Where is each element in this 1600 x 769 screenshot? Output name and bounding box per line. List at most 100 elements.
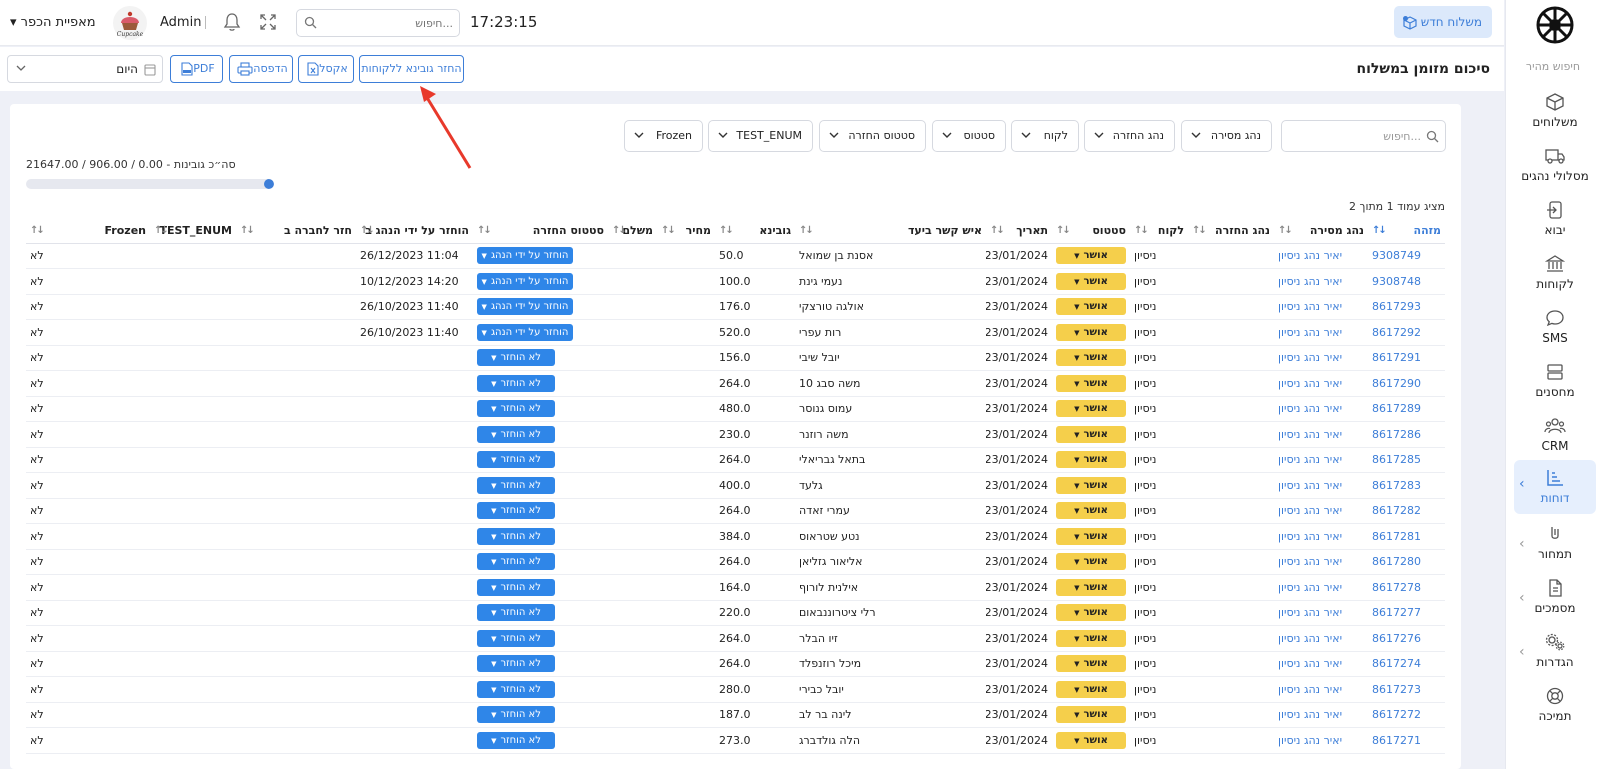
filter-return-status[interactable]: סטטוס החזרה [819, 120, 926, 152]
cell-driver[interactable]: יאיר נהג ניסיון [1274, 625, 1368, 652]
sidebar-item-pricing[interactable]: ‹ תמחור [1514, 520, 1596, 574]
cell-status[interactable]: אושר▼ [1052, 472, 1130, 499]
status-badge[interactable]: אושר▼ [1056, 629, 1126, 647]
cell-driver[interactable]: יאיר נהג ניסיון [1274, 600, 1368, 626]
cell-driver[interactable]: יאיר נהג ניסיון [1274, 447, 1368, 473]
table-row[interactable]: 8617291 יאיר נהג ניסיון ניסיון אושר▼ 23/01/2… [26, 345, 1445, 371]
cell-status[interactable]: אושר▼ [1052, 396, 1130, 422]
return-status-badge[interactable]: לא הוחזר▼ [477, 451, 555, 469]
return-status-badge[interactable]: לא הוחזר▼ [477, 629, 555, 647]
global-search-input[interactable] [325, 10, 453, 36]
cell-id[interactable]: 8617293 [1368, 294, 1445, 320]
cell-driver[interactable]: יאיר נהג ניסיון [1274, 370, 1368, 397]
cell-driver[interactable]: יאיר נהג ניסיון [1274, 243, 1368, 269]
return-status-badge[interactable]: לא הוחזר▼ [477, 349, 555, 367]
header-col-price[interactable]: מחיר ↓↑ [657, 219, 715, 244]
status-badge[interactable]: אושר▼ [1056, 527, 1126, 545]
table-row[interactable]: 9308749 יאיר נהג ניסיון ניסיון אושר▼ 23/01/2… [26, 243, 1445, 269]
table-row[interactable]: 8617273 יאיר נהג ניסיון ניסיון אושר▼ 23/01/2… [26, 676, 1445, 703]
cell-driver[interactable]: יאיר נהג ניסיון [1274, 523, 1368, 550]
sidebar-item-import[interactable]: יבוא [1514, 196, 1596, 250]
cell-status[interactable]: אושר▼ [1052, 370, 1130, 397]
sidebar-item-driver-routes[interactable]: מסלולי נהגים [1514, 142, 1596, 196]
cell-id[interactable]: 8617282 [1368, 498, 1445, 524]
return-status-badge[interactable]: לא הוחזר▼ [477, 680, 555, 698]
cell-status[interactable]: אושר▼ [1052, 243, 1130, 269]
sidebar-item-sms[interactable]: SMS [1514, 304, 1596, 358]
filter-status[interactable]: סטטוס [932, 120, 1006, 152]
header-col-test-enum[interactable]: TEST_ENUM ↓↑ [150, 219, 236, 244]
cell-id[interactable]: 8617286 [1368, 421, 1445, 448]
cell-id[interactable]: 8617292 [1368, 319, 1445, 346]
cell-return-status[interactable]: לא הוחזר▼ [473, 702, 608, 728]
excel-button[interactable]: אקסל [298, 55, 354, 83]
return-status-badge[interactable]: לא הוחזר▼ [477, 706, 555, 724]
sidebar-item-documents[interactable]: ‹ מסמכים [1514, 574, 1596, 628]
status-badge[interactable]: אושר▼ [1056, 731, 1126, 749]
status-badge[interactable]: אושר▼ [1056, 349, 1126, 367]
header-col-id[interactable]: מזהה ↓↑ [1368, 219, 1445, 244]
cell-driver[interactable]: יאיר נהג ניסיון [1274, 472, 1368, 499]
return-status-badge[interactable]: לא הוחזר▼ [477, 731, 555, 749]
cell-return-status[interactable]: לא הוחזר▼ [473, 472, 608, 499]
cell-id[interactable]: 8617285 [1368, 447, 1445, 473]
return-status-badge[interactable]: הוחזר על ידי הנהג▼ [477, 272, 573, 290]
sort-icon[interactable]: ↓↑ [240, 225, 255, 236]
cell-return-status[interactable]: הוחזר על ידי הנהג▼ [473, 268, 608, 295]
table-row[interactable]: 8617290 יאיר נהג ניסיון ניסיון אושר▼ 23/01/2… [26, 370, 1445, 397]
cell-status[interactable]: אושר▼ [1052, 651, 1130, 677]
return-status-badge[interactable]: לא הוחזר▼ [477, 655, 555, 673]
filter-frozen[interactable]: Frozen [624, 120, 703, 152]
cell-driver[interactable]: יאיר נהג ניסיון [1274, 676, 1368, 703]
cell-return-status[interactable]: לא הוחזר▼ [473, 600, 608, 626]
table-row[interactable]: 8617286 יאיר נהג ניסיון ניסיון אושר▼ 23/01/2… [26, 421, 1445, 448]
cell-driver[interactable]: יאיר נהג ניסיון [1274, 498, 1368, 524]
table-row[interactable]: 8617293 יאיר נהג ניסיון ניסיון אושר▼ 23/01/2… [26, 294, 1445, 320]
cell-status[interactable]: אושר▼ [1052, 421, 1130, 448]
cell-status[interactable]: אושר▼ [1052, 676, 1130, 703]
sort-icon[interactable]: ↓↑ [477, 225, 492, 236]
return-status-badge[interactable]: לא הוחזר▼ [477, 502, 555, 520]
status-badge[interactable]: אושר▼ [1056, 706, 1126, 724]
pdf-button[interactable]: PDF [170, 55, 223, 83]
cell-id[interactable]: 8617281 [1368, 523, 1445, 550]
sidebar-item-reports[interactable]: ‹ דוחות [1514, 460, 1596, 514]
return-status-badge[interactable]: לא הוחזר▼ [477, 425, 555, 443]
cell-return-status[interactable]: הוחזר על ידי הנהג▼ [473, 294, 608, 320]
date-range-select[interactable]: היום [7, 55, 163, 83]
header-col-date[interactable]: תאריך ↓↑ [986, 219, 1052, 244]
cell-id[interactable]: 8617273 [1368, 676, 1445, 703]
cell-driver[interactable]: יאיר נהג ניסיון [1274, 651, 1368, 677]
header-col-return-status[interactable]: סטטוס החזרה ↓↑ [473, 219, 608, 244]
cell-driver[interactable]: יאיר נהג ניסיון [1274, 396, 1368, 422]
sort-icon[interactable]: ↓↑ [1134, 225, 1149, 236]
cell-return-status[interactable]: לא הוחזר▼ [473, 370, 608, 397]
return-status-badge[interactable]: לא הוחזר▼ [477, 604, 555, 622]
status-badge[interactable]: אושר▼ [1056, 323, 1126, 341]
return-status-badge[interactable]: לא הוחזר▼ [477, 553, 555, 571]
table-row[interactable]: 8617272 יאיר נהג ניסיון ניסיון אושר▼ 23/01/2… [26, 702, 1445, 728]
user-name[interactable]: Admin [160, 15, 201, 30]
return-status-badge[interactable]: לא הוחזר▼ [477, 400, 555, 418]
cell-driver[interactable]: יאיר נהג ניסיון [1274, 549, 1368, 575]
header-col-return-driver[interactable]: נהג החזרה ↓↑ [1188, 219, 1274, 244]
cell-return-status[interactable]: לא הוחזר▼ [473, 574, 608, 601]
header-col-payer[interactable]: משלם ↓↑ [608, 219, 657, 244]
cell-id[interactable]: 8617289 [1368, 396, 1445, 422]
status-badge[interactable]: אושר▼ [1056, 604, 1126, 622]
cell-return-status[interactable]: לא הוחזר▼ [473, 498, 608, 524]
sort-icon[interactable]: ↓↑ [990, 225, 1005, 236]
return-status-badge[interactable]: הוחזר על ידי הנהג▼ [477, 298, 573, 316]
cell-return-status[interactable]: לא הוחזר▼ [473, 345, 608, 371]
return-status-badge[interactable]: הוחזר על ידי הנהג▼ [477, 323, 573, 341]
sidebar-item-warehouses[interactable]: מחסנים [1514, 358, 1596, 412]
filter-customer[interactable]: לקוח [1011, 120, 1079, 152]
cell-status[interactable]: אושר▼ [1052, 268, 1130, 295]
cell-status[interactable]: אושר▼ [1052, 727, 1130, 754]
header-col-frozen[interactable]: Frozen ↓↑ [26, 219, 150, 244]
bell-icon[interactable] [223, 12, 241, 32]
header-col-status[interactable]: סטטוס ↓↑ [1052, 219, 1130, 244]
sidebar-item-shipments[interactable]: משלוחים [1514, 88, 1596, 142]
sidebar-item-support[interactable]: תמיכה [1514, 682, 1596, 736]
cell-return-status[interactable]: לא הוחזר▼ [473, 651, 608, 677]
